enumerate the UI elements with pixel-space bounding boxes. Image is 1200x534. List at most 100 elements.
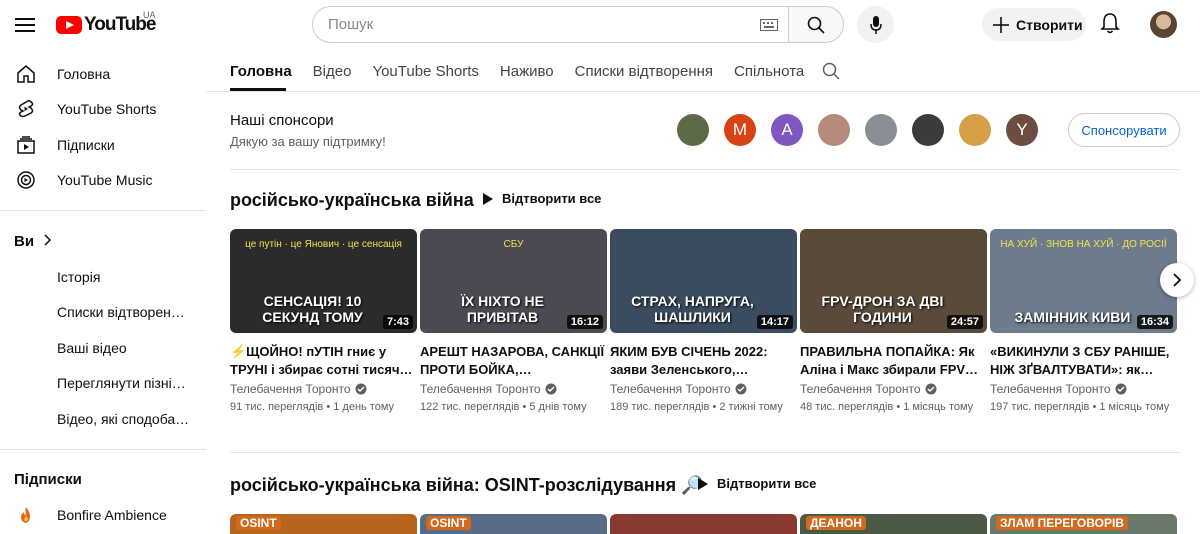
video-title[interactable]: ⚡ЩОЙНО! пУТІН гниє у ТРУНІ і збирає сотн…	[230, 343, 417, 379]
keyboard-icon[interactable]	[760, 18, 778, 35]
verified-icon	[1115, 383, 1127, 395]
shorts-icon	[16, 99, 36, 119]
youtube-logo[interactable]: YouTube	[56, 14, 156, 36]
video-thumbnail[interactable]: НА ХУЙ · ЗНОВ НА ХУЙ · ДО РОСІЇ ЗАМІННИК…	[990, 229, 1177, 333]
sidebar-item-label: Bonfire Ambience	[57, 507, 167, 524]
video-meta: 197 тис. переглядів • 1 місяць тому	[990, 399, 1177, 415]
tab-videos[interactable]: Відео	[313, 54, 352, 88]
tab-community[interactable]: Спільнота	[734, 54, 804, 88]
video-card[interactable]: СТРАХ, НАПРУГА, ШАШЛИКИ 14:17 ЯКИМ БУВ С…	[610, 229, 797, 415]
tab-shorts[interactable]: YouTube Shorts	[372, 54, 478, 88]
shelf-title[interactable]: російсько-українська війна	[230, 190, 474, 211]
notifications-bell-icon[interactable]	[1100, 12, 1120, 39]
video-thumbnail[interactable]: це путін · це Янович · це сенсація СЕНСА…	[230, 229, 417, 333]
channel-search-icon[interactable]	[822, 62, 840, 85]
home-icon	[16, 64, 36, 84]
sidebar-item-subscriptions[interactable]: Підписки	[0, 127, 206, 163]
sponsor-avatar[interactable]	[912, 114, 944, 146]
video-title[interactable]: ПРАВИЛЬНА ПОПАЙКА: Як Аліна і Макс збира…	[800, 343, 987, 379]
video-title[interactable]: ЯКИМ БУВ СІЧЕНЬ 2022: заяви Зеленського,…	[610, 343, 797, 379]
video-thumbnail[interactable]: СТРАХ, НАПРУГА, ШАШЛИКИ 14:17	[610, 229, 797, 333]
search-input[interactable]: Пошук	[312, 6, 788, 43]
tab-home[interactable]: Головна	[230, 54, 292, 88]
video-thumbnail[interactable]	[610, 514, 797, 534]
verified-icon	[545, 383, 557, 395]
video-title[interactable]: «ВИКИНУЛИ З СБУ РАНІШЕ, НІЖ ЗҐВАЛТУВАТИ»…	[990, 343, 1177, 379]
sponsor-avatar[interactable]: A	[771, 114, 803, 146]
video-thumbnail[interactable]: OSINT	[230, 514, 417, 534]
menu-icon[interactable]	[8, 8, 42, 42]
sidebar-item-subscription[interactable]: Bonfire Ambience	[0, 498, 206, 534]
chevron-right-icon	[44, 233, 52, 250]
video-thumbnail[interactable]: ДЕАНОН	[800, 514, 987, 534]
sponsor-avatar[interactable]: Y	[1006, 114, 1038, 146]
thumbnail-overlay-text: ЗЛАМ ПЕРЕГОВОРІВ	[996, 516, 1128, 530]
sidebar-subscriptions-heading: Підписки	[0, 462, 206, 498]
tab-live[interactable]: Наживо	[500, 54, 554, 88]
music-icon	[16, 170, 36, 190]
video-duration: 14:17	[756, 315, 793, 329]
plus-icon	[993, 16, 1009, 33]
sidebar-item-label: Головна	[57, 65, 111, 82]
thumbnail-overlay-small: СБУ	[503, 239, 524, 250]
sponsor-avatar[interactable]	[677, 114, 709, 146]
tab-playlists[interactable]: Списки відтворення	[575, 54, 713, 88]
sidebar-item-liked-videos[interactable]: Відео, які сподоба…	[0, 401, 206, 437]
video-card[interactable]: FPV-ДРОН ЗА ДВІ ГОДИНИ 24:57 ПРАВИЛЬНА П…	[800, 229, 987, 415]
sponsor-avatar[interactable]	[865, 114, 897, 146]
sidebar-item-label: Переглянути пізні…	[57, 375, 186, 392]
channel-name: Телебачення Торонто	[610, 382, 731, 396]
account-avatar[interactable]	[1150, 11, 1177, 38]
video-channel[interactable]: Телебачення Торонто	[230, 382, 417, 396]
sponsors-section: Наші спонсори Дякую за вашу підтримку!	[230, 112, 386, 149]
play-all-label: Відтворити все	[717, 476, 817, 491]
video-age: 5 днів тому	[529, 401, 587, 413]
sponsor-avatar[interactable]	[818, 114, 850, 146]
sidebar-item-home[interactable]: Головна	[0, 56, 206, 92]
play-all-button[interactable]: Відтворити все	[482, 191, 601, 206]
sponsors-subtitle: Дякую за вашу підтримку!	[230, 134, 386, 149]
sidebar-item-music[interactable]: YouTube Music	[0, 163, 206, 199]
sponsor-avatar[interactable]	[959, 114, 991, 146]
next-arrow-button[interactable]	[1160, 263, 1194, 297]
video-duration: 7:43	[382, 315, 413, 329]
video-meta: 122 тис. переглядів • 5 днів тому	[420, 399, 607, 415]
voice-search-button[interactable]	[857, 6, 894, 43]
video-card[interactable]: це путін · це Янович · це сенсація СЕНСА…	[230, 229, 417, 415]
subscriptions-heading-label: Підписки	[14, 471, 82, 488]
channel-name: Телебачення Торонто	[420, 382, 541, 396]
video-views: 197 тис. переглядів	[990, 401, 1090, 413]
create-button[interactable]: Створити	[982, 8, 1086, 41]
video-thumbnail[interactable]: ЗЛАМ ПЕРЕГОВОРІВ	[990, 514, 1177, 534]
sidebar-item-playlists[interactable]: Списки відтворен…	[0, 295, 206, 331]
play-all-button[interactable]: Відтворити все	[697, 476, 816, 491]
sidebar-item-watch-later[interactable]: Переглянути пізні…	[0, 366, 206, 402]
you-heading-label: Ви	[14, 232, 35, 250]
search-button[interactable]	[788, 6, 844, 43]
sponsor-button[interactable]: Спонсорувати	[1068, 113, 1180, 147]
video-card[interactable]: СБУ ЇХ НІХТО НЕ ПРИВІТАВ 16:12 АРЕШТ НАЗ…	[420, 229, 607, 415]
video-channel[interactable]: Телебачення Торонто	[990, 382, 1177, 396]
shelf-title[interactable]: російсько-українська війна: OSINT-розслі…	[230, 475, 704, 496]
thumbnail-overlay-text: OSINT	[426, 516, 471, 530]
video-thumbnail[interactable]: СБУ ЇХ НІХТО НЕ ПРИВІТАВ 16:12	[420, 229, 607, 333]
video-card[interactable]: НА ХУЙ · ЗНОВ НА ХУЙ · ДО РОСІЇ ЗАМІННИК…	[990, 229, 1177, 415]
video-thumbnail[interactable]: OSINT	[420, 514, 607, 534]
sidebar-you-heading[interactable]: Ви	[0, 223, 206, 259]
verified-icon	[925, 383, 937, 395]
sidebar-item-shorts[interactable]: YouTube Shorts	[0, 92, 206, 128]
video-meta: 48 тис. переглядів • 1 місяць тому	[800, 399, 987, 415]
video-age: 2 тижні тому	[719, 401, 783, 413]
thumbnail-overlay-text: OSINT	[236, 516, 281, 530]
sponsor-avatar[interactable]: M	[724, 114, 756, 146]
video-title[interactable]: АРЕШТ НАЗАРОВА, САНКЦІЇ ПРОТИ БОЙКА,…	[420, 343, 607, 379]
sidebar-item-your-videos[interactable]: Ваші відео	[0, 330, 206, 366]
sidebar-divider	[0, 448, 206, 450]
sidebar-item-history[interactable]: Історія	[0, 259, 206, 295]
video-channel[interactable]: Телебачення Торонто	[420, 382, 607, 396]
video-views: 189 тис. переглядів	[610, 401, 710, 413]
video-channel[interactable]: Телебачення Торонто	[800, 382, 987, 396]
video-thumbnail[interactable]: FPV-ДРОН ЗА ДВІ ГОДИНИ 24:57	[800, 229, 987, 333]
video-channel[interactable]: Телебачення Торонто	[610, 382, 797, 396]
video-age: 1 місяць тому	[903, 401, 974, 413]
